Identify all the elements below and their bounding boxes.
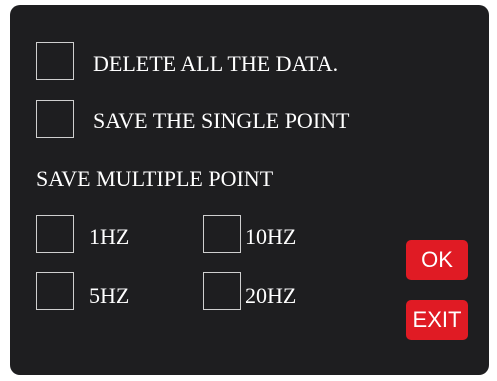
- save-multiple-point-heading: SAVE MULTIPLE POINT: [36, 166, 274, 191]
- save-single-point-checkbox[interactable]: [36, 100, 74, 138]
- rate-10hz-label: 10HZ: [245, 224, 297, 249]
- rate-5hz-checkbox[interactable]: [36, 272, 74, 310]
- rate-5hz-label: 5HZ: [89, 283, 130, 308]
- rate-20hz-checkbox[interactable]: [203, 272, 241, 310]
- save-single-point-label: SAVE THE SINGLE POINT: [93, 108, 350, 133]
- rate-1hz-label: 1HZ: [89, 224, 130, 249]
- delete-all-checkbox[interactable]: [36, 42, 74, 80]
- rate-20hz-label: 20HZ: [245, 283, 297, 308]
- rate-10hz-checkbox[interactable]: [203, 215, 241, 253]
- ok-button[interactable]: OK: [406, 240, 468, 280]
- delete-all-label: DELETE ALL THE DATA.: [93, 51, 339, 76]
- rate-1hz-checkbox[interactable]: [36, 215, 74, 253]
- exit-button[interactable]: EXIT: [406, 300, 468, 340]
